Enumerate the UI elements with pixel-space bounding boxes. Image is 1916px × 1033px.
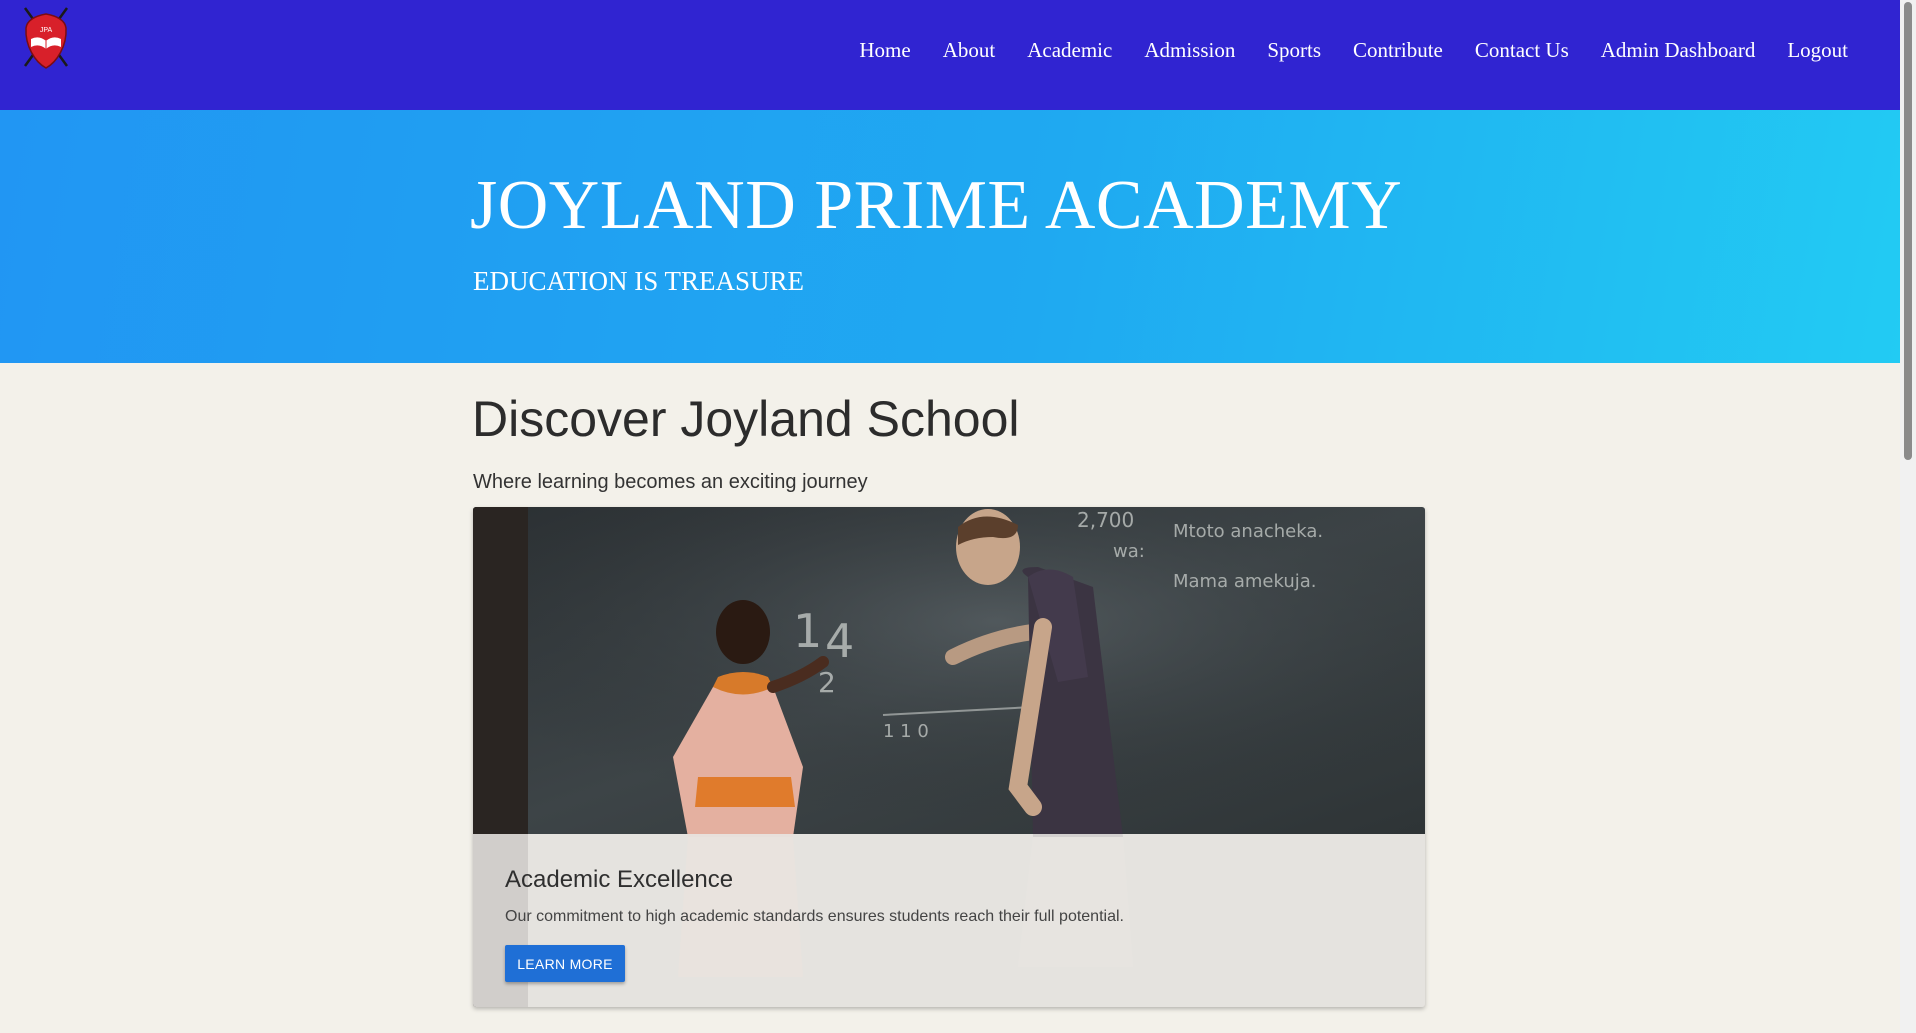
nav-link-sports[interactable]: Sports xyxy=(1251,38,1337,63)
card-description: Our commitment to high academic standard… xyxy=(505,908,1124,925)
chalk-text: Mama amekuja. xyxy=(1173,571,1317,592)
chalk-text: 1 xyxy=(793,604,822,658)
section-subtitle: Where learning becomes an exciting journ… xyxy=(473,471,868,493)
hero-title: JOYLAND PRIME ACADEMY xyxy=(470,167,1403,244)
chalk-text: 2,700 xyxy=(1077,508,1134,532)
scrollbar-thumb[interactable] xyxy=(1904,2,1912,460)
nav-link-academic[interactable]: Academic xyxy=(1011,38,1128,63)
nav-link-contact-us[interactable]: Contact Us xyxy=(1459,38,1585,63)
nav-link-home[interactable]: Home xyxy=(843,38,926,63)
hero-subtitle: EDUCATION IS TREASURE xyxy=(473,266,805,296)
nav-link-about[interactable]: About xyxy=(927,38,1012,63)
hero-banner: JOYLAND PRIME ACADEMY EDUCATION IS TREAS… xyxy=(0,110,1900,363)
nav-link-logout[interactable]: Logout xyxy=(1771,38,1864,63)
chalk-text: 4 xyxy=(825,614,854,668)
feature-card: 2,700 Mtoto anacheka. wa: Mama amekuja. … xyxy=(473,507,1425,1007)
nav-link-admission[interactable]: Admission xyxy=(1128,38,1251,63)
card-title: Academic Excellence xyxy=(505,866,734,893)
top-navbar: JPA Home About Academic Admission Sports… xyxy=(0,0,1900,110)
nav-link-contribute[interactable]: Contribute xyxy=(1337,38,1459,63)
nav-link-admin-dashboard[interactable]: Admin Dashboard xyxy=(1585,38,1772,63)
learn-more-button[interactable]: LEARN MORE xyxy=(505,945,625,982)
main-navigation: Home About Academic Admission Sports Con… xyxy=(843,0,1864,100)
chalk-text: wa: xyxy=(1113,541,1145,562)
section-title: Discover Joyland School xyxy=(472,391,1020,447)
logo-text: JPA xyxy=(40,27,53,34)
chalk-text: Mtoto anacheka. xyxy=(1173,521,1323,542)
page-scrollbar[interactable] xyxy=(1900,0,1916,1033)
school-logo-icon[interactable]: JPA xyxy=(19,6,73,72)
chalk-text: 1 1 0 xyxy=(883,721,929,742)
